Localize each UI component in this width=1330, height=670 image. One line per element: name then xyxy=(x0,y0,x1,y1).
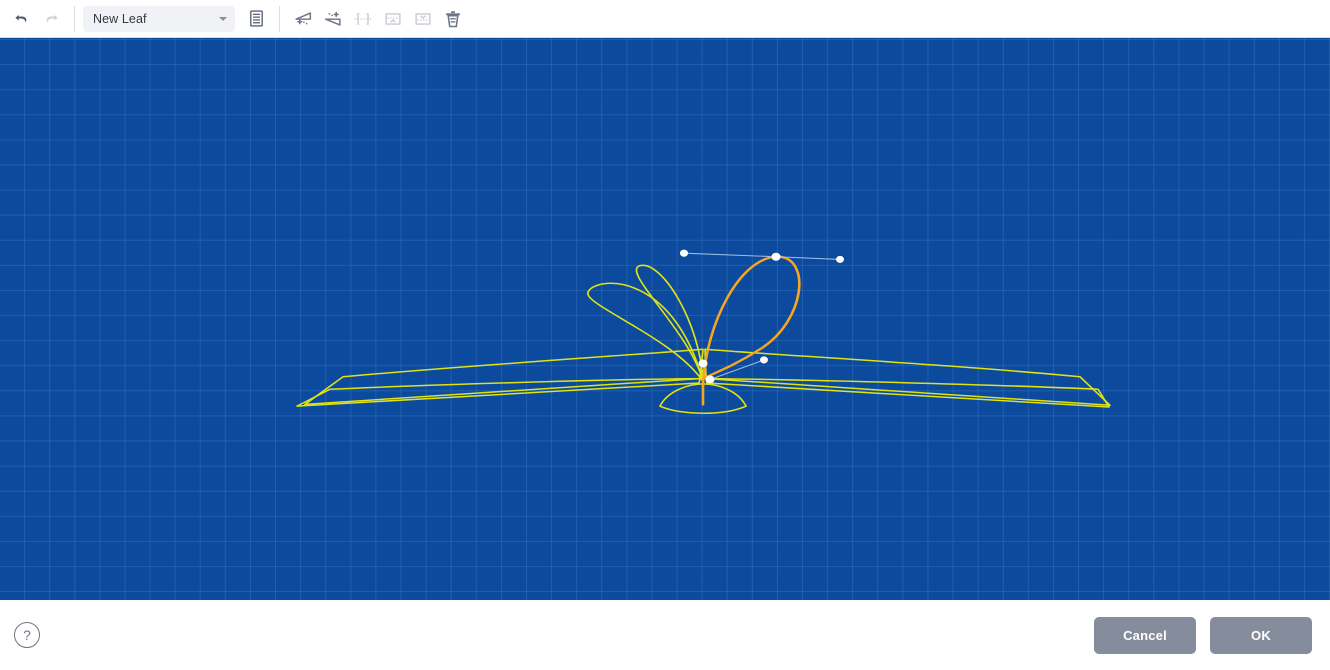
top-toolbar: New Leaf xyxy=(0,0,1330,38)
anchor-point-base xyxy=(705,375,715,384)
anchor-point-stem xyxy=(698,359,708,368)
help-button[interactable]: ? xyxy=(14,622,40,648)
selected-blade-curve xyxy=(701,255,801,386)
box-dotted-horizontal-icon xyxy=(354,12,372,25)
add-blade-right-button[interactable] xyxy=(318,4,348,34)
list-document-icon xyxy=(249,10,263,27)
handle-point-top-right xyxy=(836,255,844,263)
standing-blades-group xyxy=(587,264,704,383)
question-mark-icon: ? xyxy=(23,627,31,643)
blade-loop-left xyxy=(635,264,704,382)
handle-point-top-left xyxy=(680,249,688,257)
undo-arrow-icon xyxy=(14,14,26,23)
stretch-horizontal-button[interactable] xyxy=(348,4,378,34)
drawing-canvas[interactable] xyxy=(0,38,1330,600)
blade-add-left-icon xyxy=(295,11,312,24)
notes-button[interactable] xyxy=(241,4,271,34)
redo-button[interactable] xyxy=(36,4,66,34)
blade-left-upper xyxy=(304,348,704,406)
toolbar-divider-2 xyxy=(279,5,280,32)
add-blade-left-button[interactable] xyxy=(288,4,318,34)
handle-point-lower xyxy=(760,356,768,364)
toolbar-divider-1 xyxy=(74,5,75,32)
redo-arrow-icon xyxy=(46,14,58,23)
align-top-button[interactable] xyxy=(408,4,438,34)
chevron-down-icon xyxy=(219,16,227,21)
tool-icon-group xyxy=(288,4,468,34)
delete-button[interactable] xyxy=(438,4,468,34)
blade-loop-left-outer xyxy=(587,282,704,383)
handle-line-top-left xyxy=(683,252,777,258)
undo-button[interactable] xyxy=(6,4,36,34)
box-arrow-up-icon xyxy=(385,12,401,25)
cancel-button[interactable]: Cancel xyxy=(1094,616,1196,654)
preset-dropdown[interactable]: New Leaf xyxy=(83,5,235,32)
anchor-point-top xyxy=(771,252,781,261)
base-bottom-curve xyxy=(659,405,747,415)
control-points[interactable] xyxy=(680,249,844,384)
preset-dropdown-value: New Leaf xyxy=(93,11,147,26)
blade-add-right-icon xyxy=(324,11,341,26)
leaf-vector-graphic xyxy=(296,249,1111,415)
box-arrow-down-icon xyxy=(415,12,431,25)
bottom-action-bar: ? Cancel OK xyxy=(0,600,1330,670)
align-bottom-button[interactable] xyxy=(378,4,408,34)
trash-can-icon xyxy=(446,10,460,27)
leaf-editor-window: New Leaf ? Cancel OK xyxy=(0,0,1330,670)
ok-button[interactable]: OK xyxy=(1210,616,1312,654)
